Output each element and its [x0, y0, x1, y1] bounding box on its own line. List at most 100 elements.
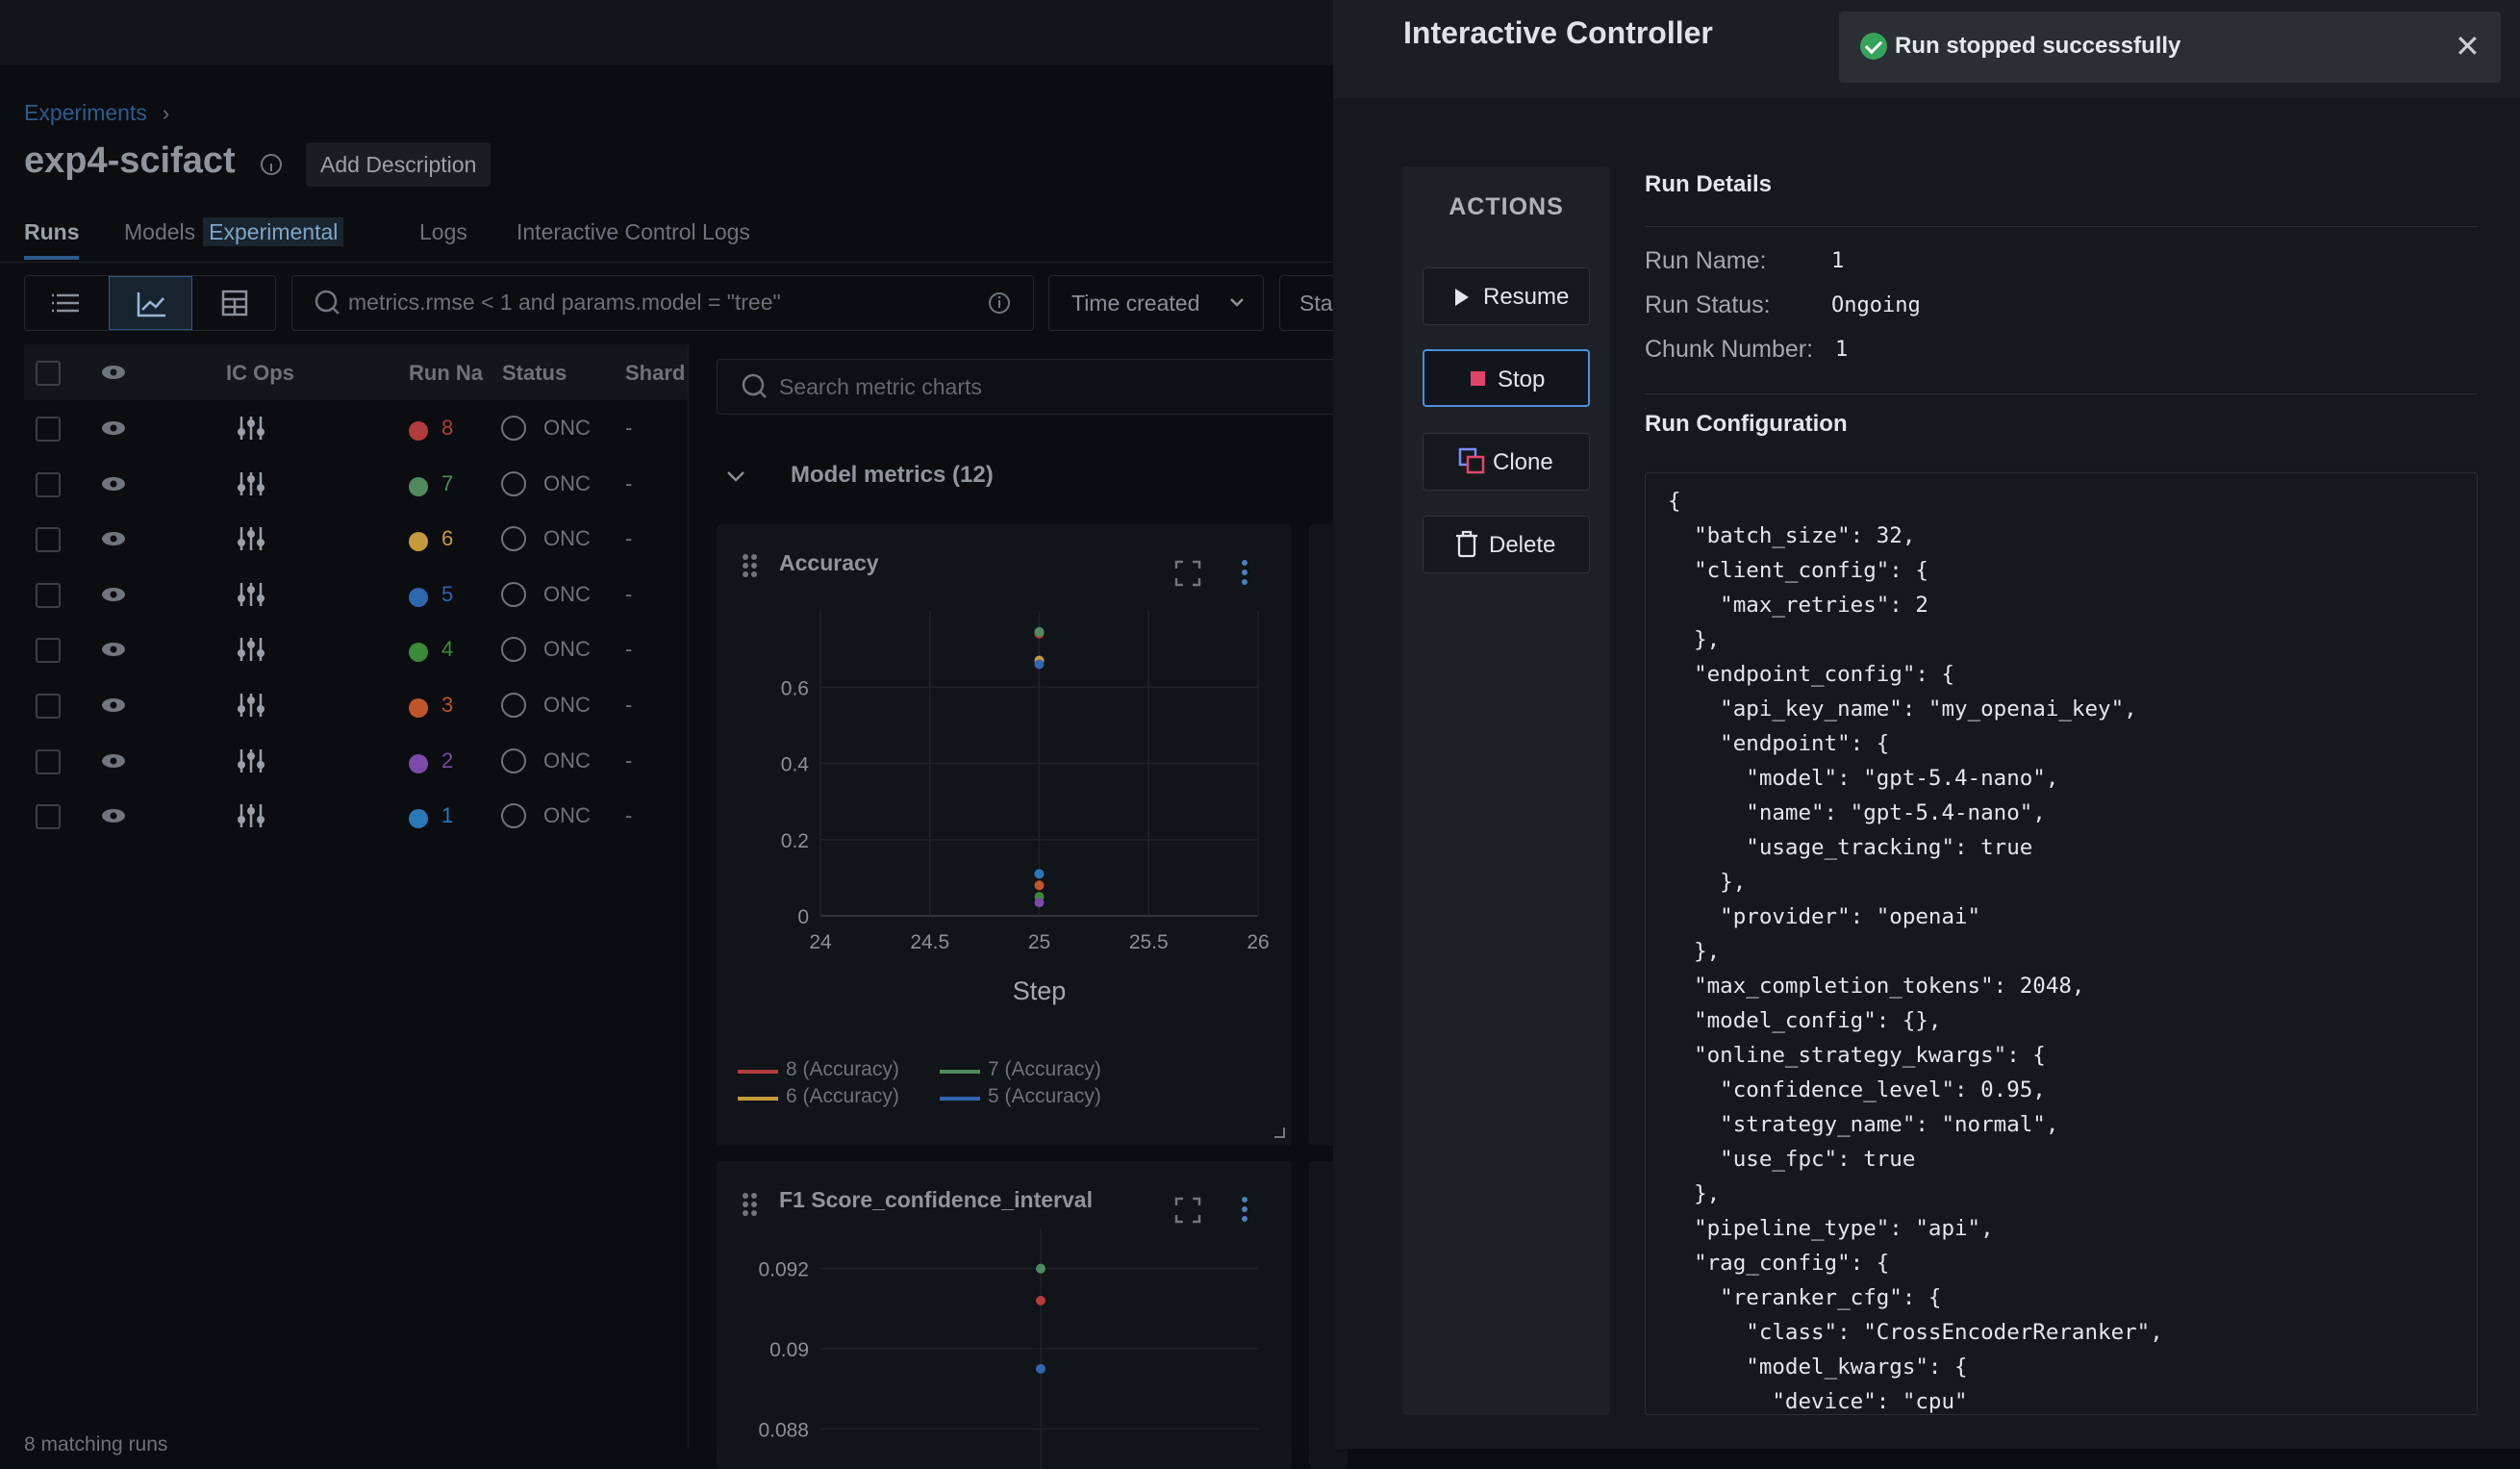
resume-button[interactable]: Resume [1423, 267, 1590, 325]
table-row[interactable]: 6 ONC - [24, 511, 688, 566]
select-all-checkbox[interactable] [36, 361, 61, 386]
sliders-icon[interactable] [236, 802, 268, 831]
clock-icon [501, 581, 526, 607]
y-tick-label: 0.09 [769, 1339, 809, 1361]
legend-swatch [738, 1097, 778, 1101]
eye-icon[interactable] [99, 414, 128, 443]
drag-handle-icon[interactable] [742, 553, 761, 582]
eye-icon[interactable] [99, 747, 128, 775]
list-view-button[interactable] [25, 276, 109, 330]
stop-icon [1471, 371, 1485, 386]
run-name-link[interactable]: 3 [441, 693, 453, 718]
fullscreen-icon[interactable] [1173, 1196, 1202, 1225]
clock-icon [501, 803, 526, 829]
row-checkbox[interactable] [36, 748, 61, 774]
status-header[interactable]: Status [502, 361, 567, 386]
sliders-icon[interactable] [236, 415, 268, 443]
row-checkbox[interactable] [36, 527, 61, 553]
drag-handle-icon[interactable] [742, 1192, 761, 1221]
legend-entry[interactable]: 6 (Accuracy) [786, 1085, 899, 1108]
run-name-link[interactable]: 8 [441, 416, 453, 441]
sliders-icon[interactable] [236, 747, 268, 776]
run-name-header[interactable]: Run Na [409, 361, 483, 386]
sliders-icon[interactable] [236, 470, 268, 499]
row-checkbox[interactable] [36, 638, 61, 664]
eye-icon[interactable] [99, 524, 128, 553]
actions-header: ACTIONS [1449, 193, 1564, 220]
eye-icon[interactable] [99, 635, 128, 664]
eye-icon[interactable] [99, 691, 128, 720]
table-row[interactable]: 3 ONC - [24, 677, 688, 732]
run-name-link[interactable]: 4 [441, 637, 453, 662]
legend-swatch [940, 1097, 980, 1101]
table-row[interactable]: 7 ONC - [24, 456, 688, 511]
run-name-link[interactable]: 1 [441, 803, 453, 828]
stop-button[interactable]: Stop [1423, 349, 1590, 407]
table-row[interactable]: 4 ONC - [24, 621, 688, 676]
table-row[interactable]: 2 ONC - [24, 733, 688, 788]
list-icon [52, 293, 79, 313]
sliders-icon[interactable] [236, 636, 268, 665]
clone-button[interactable]: Clone [1423, 433, 1590, 491]
eye-icon[interactable] [99, 580, 128, 609]
tab-logs[interactable]: Logs [419, 219, 467, 245]
data-point [1036, 1263, 1046, 1274]
shard-value: - [625, 416, 633, 440]
breadcrumb-experiments-link[interactable]: Experiments [24, 100, 147, 125]
table-row[interactable]: 1 ONC - [24, 788, 688, 843]
info-icon[interactable] [261, 154, 282, 175]
tab-models-label: Models [124, 219, 196, 244]
legend-entry[interactable]: 5 (Accuracy) [988, 1085, 1101, 1108]
tab-runs[interactable]: Runs [24, 219, 80, 245]
tab-interactive-control-logs[interactable]: Interactive Control Logs [517, 219, 750, 245]
sort-dropdown[interactable]: Time created [1048, 275, 1264, 331]
close-icon[interactable]: ✕ [2455, 31, 2481, 62]
row-checkbox[interactable] [36, 804, 61, 830]
run-name-link[interactable]: 5 [441, 582, 453, 607]
ic-ops-header[interactable]: IC Ops [226, 361, 294, 386]
sliders-icon[interactable] [236, 692, 268, 721]
runs-search-input[interactable]: metrics.rmse < 1 and params.model = "tre… [291, 275, 1034, 331]
legend-entry[interactable]: 8 (Accuracy) [786, 1058, 899, 1081]
tab-models[interactable]: Models Experimental [124, 217, 344, 246]
row-checkbox[interactable] [36, 582, 61, 608]
clock-icon [501, 637, 526, 663]
sliders-icon[interactable] [236, 581, 268, 610]
add-description-button[interactable]: Add Description [306, 142, 491, 187]
page-title: exp4-scifact [24, 140, 236, 181]
row-checkbox[interactable] [36, 417, 61, 442]
eye-icon[interactable] [99, 469, 128, 498]
section-title: Model metrics (12) [791, 462, 994, 488]
search-help-icon[interactable] [985, 276, 1014, 330]
run-color-dot [409, 643, 428, 663]
data-point [1036, 1296, 1046, 1305]
resize-handle-icon[interactable] [1273, 1126, 1286, 1139]
row-checkbox[interactable] [36, 471, 61, 497]
chart-view-button[interactable] [109, 276, 192, 330]
run-name-link[interactable]: 6 [441, 526, 453, 551]
row-checkbox[interactable] [36, 694, 61, 719]
table-row[interactable]: 8 ONC - [24, 400, 688, 455]
run-configuration-json: { "batch_size": 32, "client_config": { "… [1668, 489, 2163, 1414]
view-mode-toggle [24, 275, 276, 331]
eye-icon[interactable] [99, 801, 128, 830]
table-view-button[interactable] [192, 276, 276, 330]
sliders-icon[interactable] [236, 525, 268, 554]
shard-header[interactable]: Shard [625, 361, 685, 386]
metric-charts-search-input[interactable]: Search metric charts [717, 359, 1351, 415]
run-configuration-viewer[interactable]: { "batch_size": 32, "client_config": { "… [1645, 472, 2478, 1415]
more-options-icon[interactable] [1239, 1196, 1250, 1225]
panel-title: Interactive Controller [1403, 15, 1713, 50]
status-text: ONC [543, 470, 591, 495]
x-tick-label: 24 [809, 931, 832, 953]
run-name-link[interactable]: 7 [441, 471, 453, 496]
y-tick-label: 0.4 [781, 754, 810, 776]
f1-score-chart-card: F1 Score_confidence_interval 0.092 0.09 0.… [717, 1161, 1292, 1469]
legend-entry[interactable]: 7 (Accuracy) [988, 1058, 1101, 1081]
table-row[interactable]: 5 ONC - [24, 567, 688, 621]
status-text: ONC [543, 526, 591, 551]
eye-icon[interactable] [99, 358, 128, 387]
data-point [1034, 880, 1045, 891]
run-name-link[interactable]: 2 [441, 748, 453, 773]
delete-button[interactable]: Delete [1423, 516, 1590, 573]
